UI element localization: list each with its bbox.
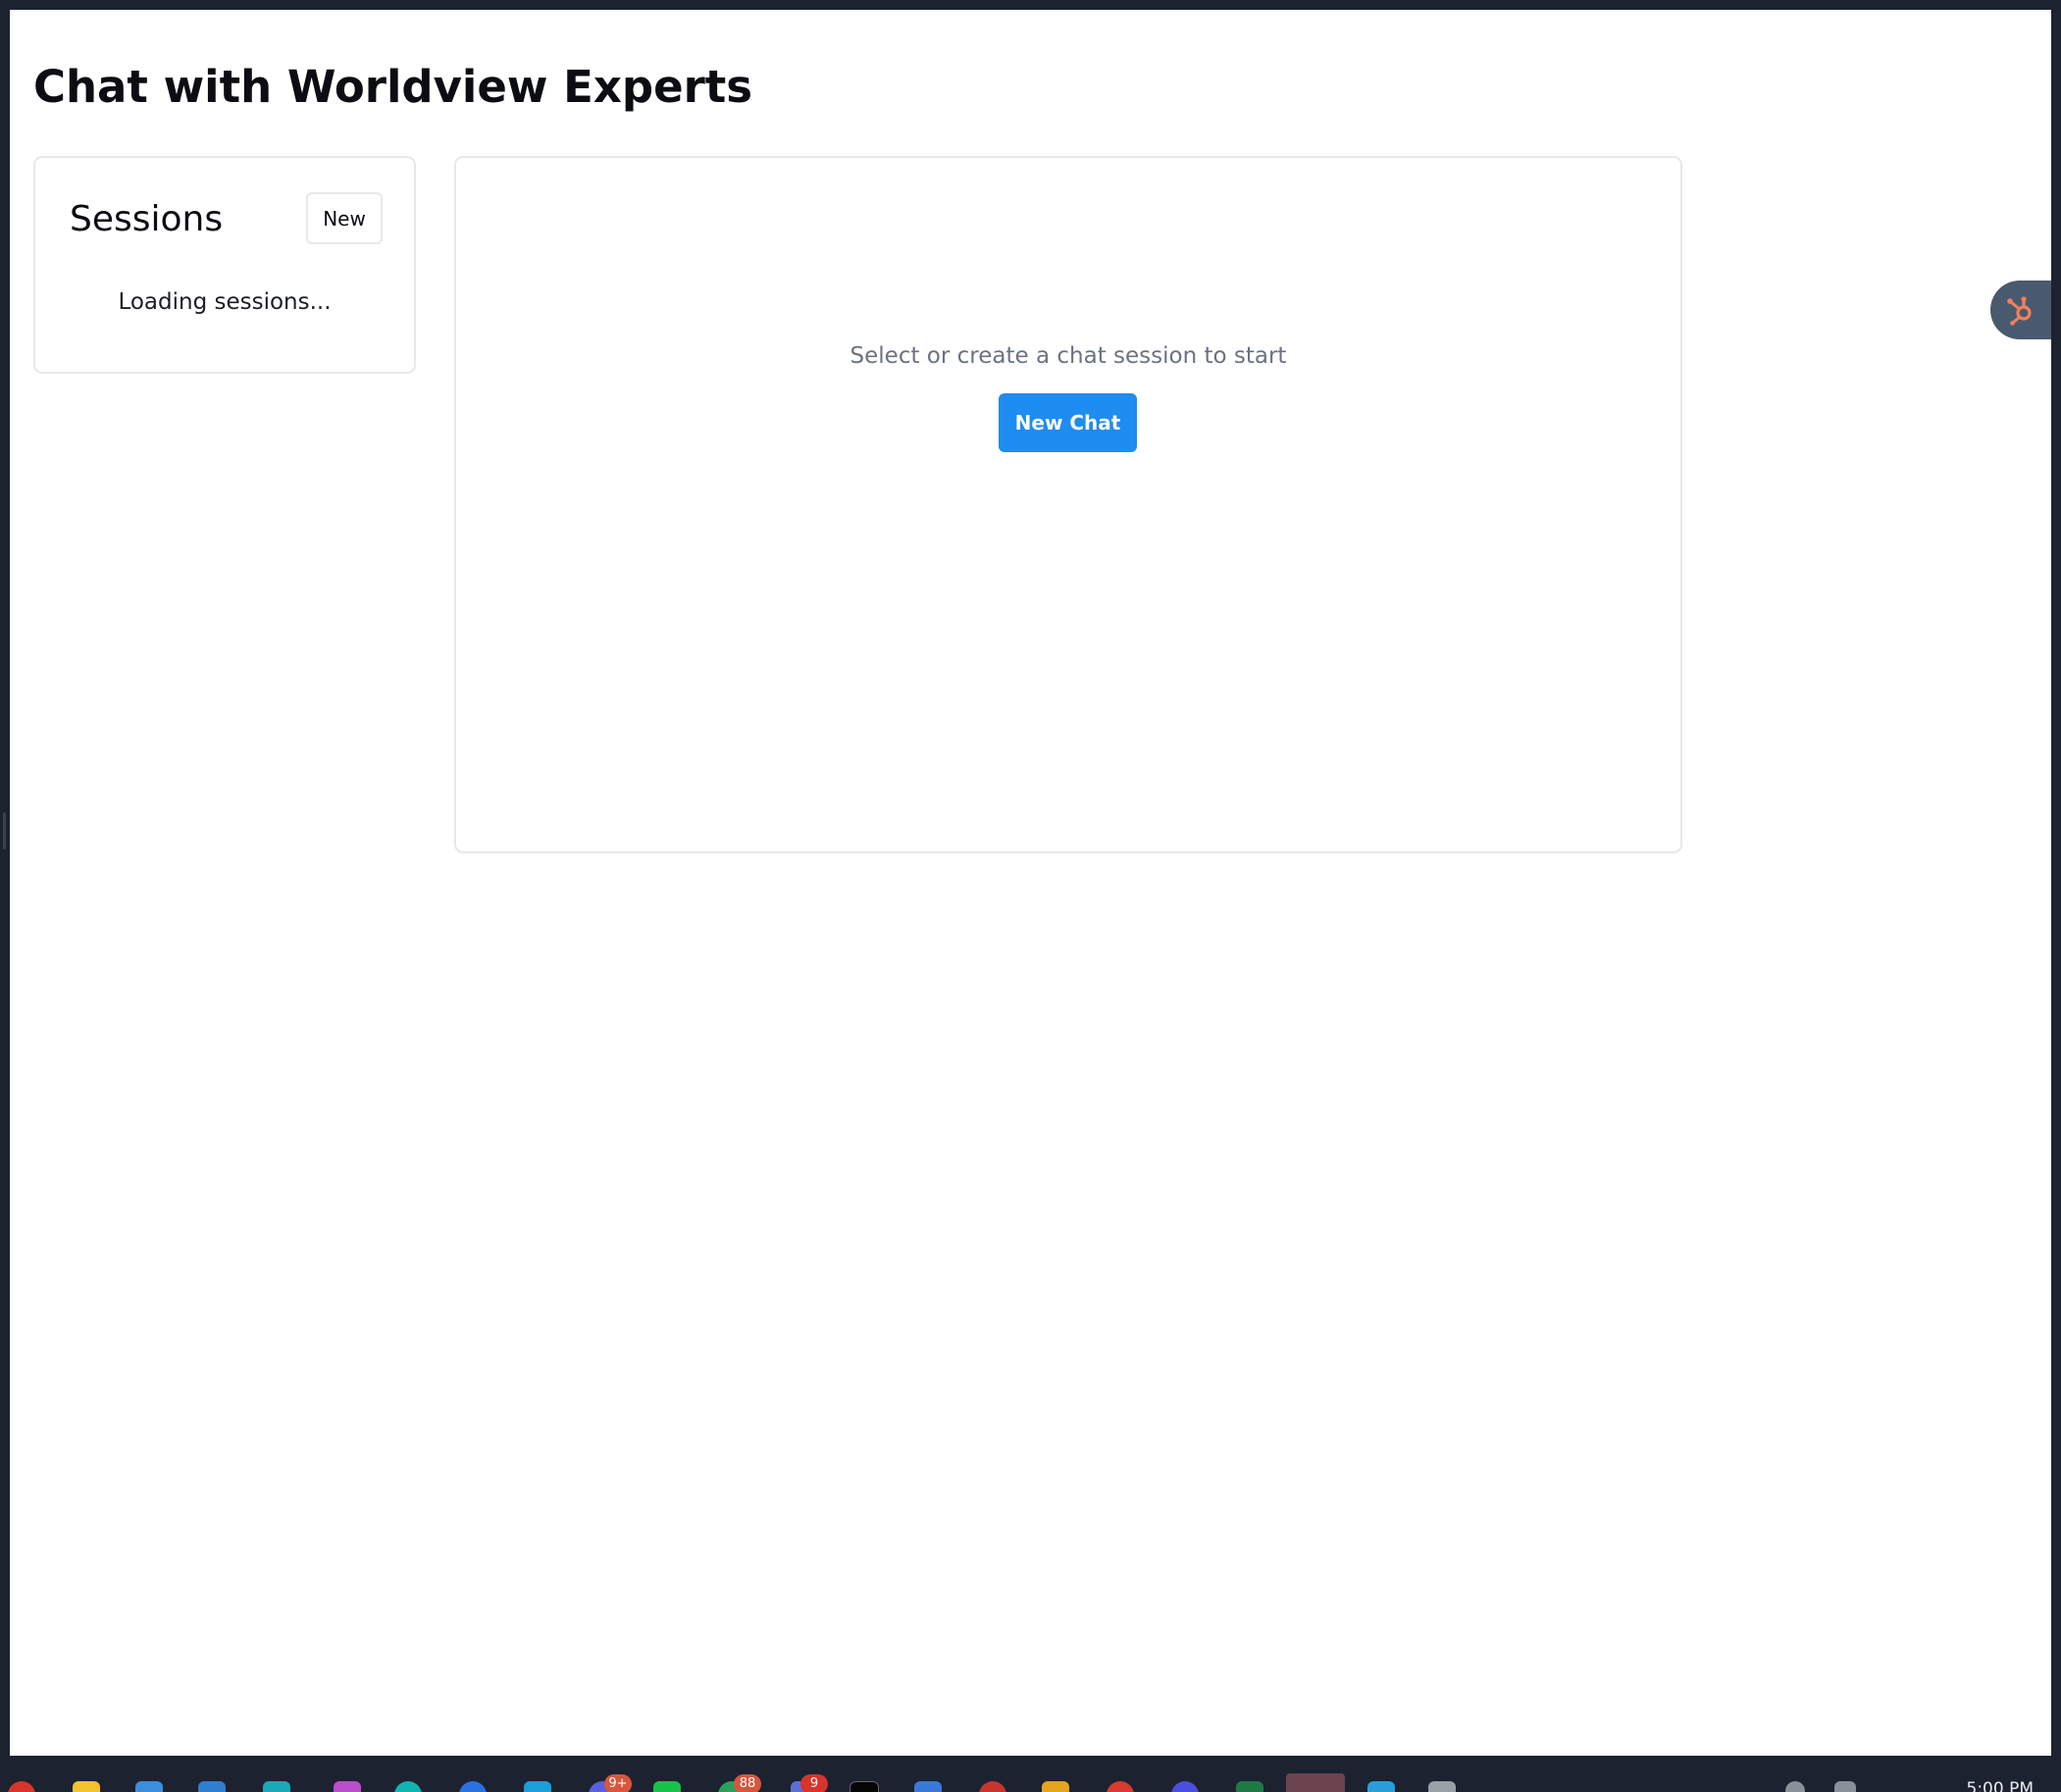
taskbar-app-icon[interactable]: [334, 1781, 361, 1792]
taskbar-app-icon[interactable]: [979, 1781, 1006, 1792]
taskbar-app-icon[interactable]: [1171, 1781, 1199, 1792]
notification-badge: 88: [734, 1774, 761, 1792]
chat-panel: Select or create a chat session to start…: [454, 156, 1682, 853]
notification-badge: 9: [800, 1774, 828, 1792]
page-title: Chat with Worldview Experts: [33, 61, 753, 113]
taskbar-app-icon[interactable]: [914, 1781, 942, 1792]
taskbar-app-icon[interactable]: [135, 1781, 163, 1792]
sessions-panel: Sessions New Loading sessions...: [33, 156, 416, 374]
taskbar-app-icon[interactable]: [8, 1781, 35, 1792]
sessions-loading-text: Loading sessions...: [118, 289, 332, 315]
taskbar-app-icon[interactable]: [1236, 1781, 1263, 1792]
chat-empty-state-text: Select or create a chat session to start: [850, 343, 1287, 369]
sessions-title: Sessions: [70, 199, 224, 239]
taskbar-app-icon[interactable]: [524, 1781, 551, 1792]
screen: Chat with Worldview Experts Sessions New…: [0, 0, 2061, 1792]
taskbar-app-icon[interactable]: [198, 1781, 226, 1792]
taskbar-app-icon[interactable]: [1367, 1781, 1395, 1792]
taskbar-app-icon[interactable]: [73, 1781, 100, 1792]
taskbar: 9+ 88 9 5:00 PM: [0, 1756, 2061, 1792]
taskbar-app-icon[interactable]: [1107, 1781, 1134, 1792]
browser-page: Chat with Worldview Experts Sessions New…: [10, 10, 2051, 1756]
hubspot-icon: [2007, 296, 2032, 326]
new-chat-button[interactable]: New Chat: [999, 393, 1137, 452]
taskbar-app-icon[interactable]: [263, 1781, 290, 1792]
system-tray-icon[interactable]: [1834, 1781, 1856, 1792]
taskbar-app-icon[interactable]: [1428, 1781, 1456, 1792]
new-session-button[interactable]: New: [306, 192, 383, 244]
taskbar-app-icon[interactable]: [1042, 1781, 1069, 1792]
taskbar-app-icon[interactable]: [394, 1781, 422, 1792]
notification-badge: 9+: [604, 1774, 632, 1792]
taskbar-app-icon[interactable]: [653, 1781, 681, 1792]
taskbar-active-app[interactable]: [1286, 1773, 1345, 1792]
taskbar-app-icon[interactable]: [850, 1781, 879, 1792]
taskbar-clock[interactable]: 5:00 PM: [1967, 1779, 2035, 1792]
hubspot-chat-launcher[interactable]: [1990, 281, 2051, 339]
window-resize-handle[interactable]: [3, 812, 6, 849]
system-tray-icon[interactable]: [1785, 1781, 1805, 1792]
taskbar-app-icon[interactable]: [459, 1781, 487, 1792]
